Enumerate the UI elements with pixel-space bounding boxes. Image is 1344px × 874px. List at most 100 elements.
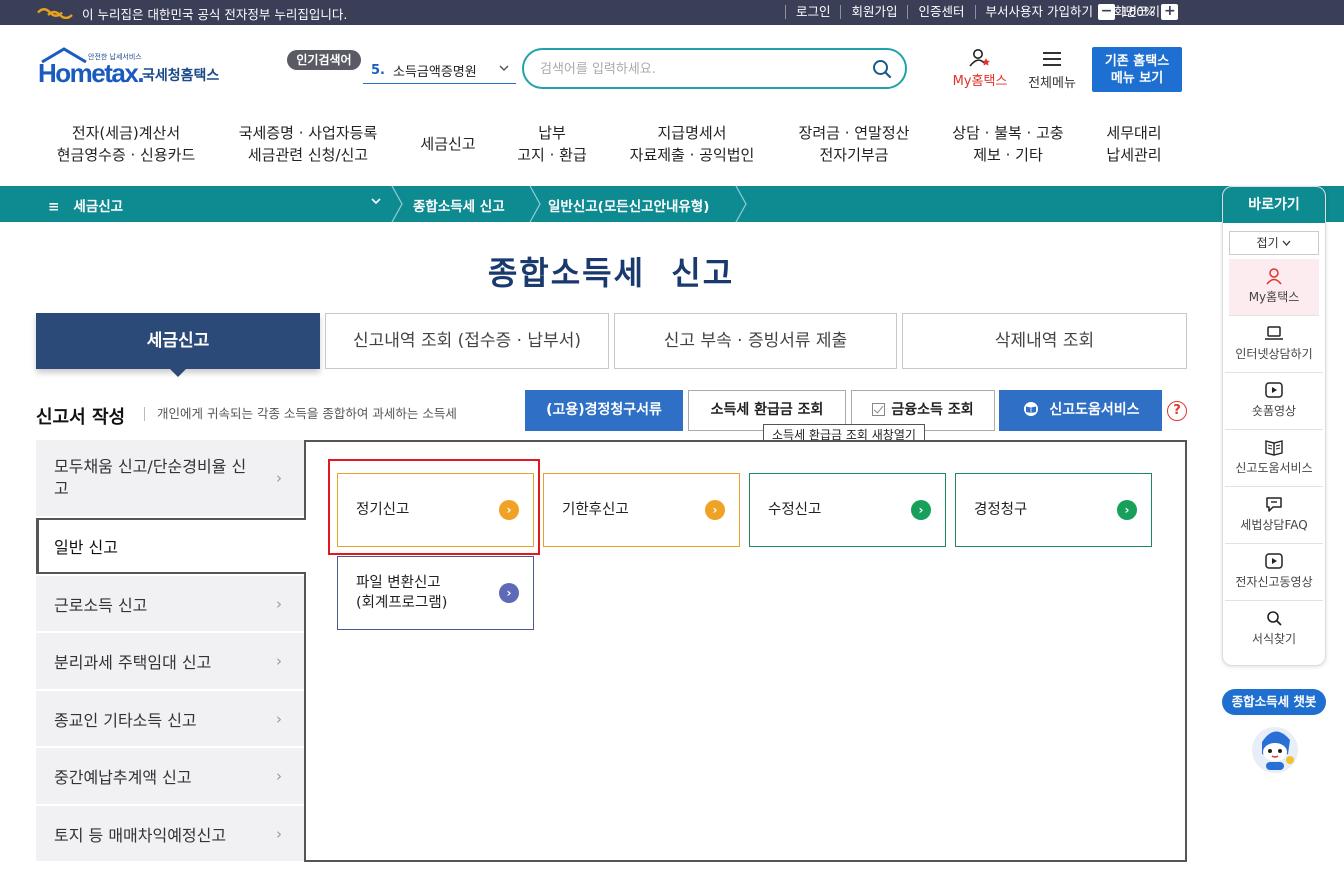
quick-my-hometax[interactable]: My홈택스: [1229, 259, 1319, 316]
side-menu-label: 분리과세 주택임대 신고: [54, 653, 212, 672]
login-link[interactable]: 로그인: [784, 5, 841, 19]
quick-item-label: My홈택스: [1248, 290, 1300, 304]
tab-deletion-history[interactable]: 삭제내역 조회: [902, 313, 1187, 369]
chatbot-label[interactable]: 종합소득세 챗봇: [1222, 689, 1326, 715]
book-icon: [1265, 440, 1283, 456]
gnb-payment[interactable]: 납부고지 · 환급: [517, 122, 587, 166]
highlight-box: [328, 459, 540, 555]
gnb-label-line2: 세금관련 신청/신고: [247, 146, 369, 164]
certificate-center-link[interactable]: 인증센터: [907, 5, 974, 19]
quick-tax-law-faq[interactable]: 세법상담FAQ: [1225, 487, 1323, 544]
card-file-conversion-filing[interactable]: 파일 변환신고 (회계프로그램) ›: [337, 556, 534, 630]
gnb-label-line1: 납부: [538, 124, 566, 142]
side-menu-label: 모두채움 신고/단순경비율 신고: [54, 457, 247, 498]
chevron-down-icon: [1282, 240, 1291, 246]
play-icon: [1265, 553, 1283, 569]
logo-korean: 국세청홈택스: [142, 68, 220, 84]
quick-filing-help[interactable]: 신고도움서비스: [1225, 430, 1323, 487]
chevron-right-icon: ›: [276, 652, 282, 670]
hometax-logo[interactable]: 안전한 납세서비스 Hometax. 국세청홈택스: [38, 47, 228, 93]
popular-search-select[interactable]: 5. 소득금액증명원: [363, 58, 516, 84]
gnb-label-line1: 세금신고: [420, 135, 476, 153]
quick-item-label: 숏폼영상: [1251, 404, 1297, 418]
side-menu-prefilled-filing[interactable]: 모두채움 신고/단순경비율 신고 ›: [36, 440, 304, 518]
quick-links-panel: 바로가기 접기 My홈택스 인터넷상담하기 숏폼영상 신고도움서비스 세법상담F…: [1222, 186, 1326, 666]
breadcrumb-level3[interactable]: 일반신고(모든신고안내유형): [548, 195, 709, 215]
quick-links-fold-button[interactable]: 접기: [1229, 231, 1319, 255]
side-menu-land-sale-gain[interactable]: 토지 등 매매차익예정신고 ›: [36, 806, 304, 863]
quick-online-consult[interactable]: 인터넷상담하기: [1225, 316, 1323, 373]
gnb-incentive[interactable]: 장려금 · 연말정산 전자기부금: [799, 122, 910, 166]
card-label: 수정신고: [768, 502, 822, 518]
gnb-tax-filing[interactable]: 세금신고: [420, 133, 475, 155]
fold-label: 접기: [1256, 236, 1279, 250]
breadcrumb: ≡ 세금신고 종합소득세 신고 일반신고(모든신고안내유형): [0, 186, 1344, 222]
gnb-label-line1: 전자(세금)계산서: [71, 124, 181, 142]
play-icon: [1265, 382, 1283, 398]
chevron-right-icon: ›: [276, 767, 282, 785]
department-user-signup-link[interactable]: 부서사용자 가입하기: [974, 5, 1103, 19]
zoom-out-button[interactable]: −: [1098, 4, 1115, 20]
popular-search-badge: 인기검색어: [287, 50, 361, 70]
quick-item-label: 서식찾기: [1251, 632, 1297, 646]
popular-rank: 5.: [371, 63, 385, 78]
arrow-right-icon: ›: [705, 500, 725, 520]
side-menu-label: 중간예납추계액 신고: [54, 768, 192, 787]
gnb-label-line1: 상담 · 불복 · 고충: [952, 124, 1064, 142]
gnb-e-invoice[interactable]: 전자(세금)계산서 현금영수증 · 신용카드: [57, 122, 196, 166]
gnb-consulting[interactable]: 상담 · 불복 · 고충 제보 · 기타: [952, 122, 1063, 166]
all-menu-button[interactable]: 전체메뉴: [1022, 48, 1082, 91]
card-correction-claim[interactable]: 경정청구 ›: [955, 473, 1152, 547]
signup-link[interactable]: 회원가입: [840, 5, 907, 19]
quick-form-search[interactable]: 서식찾기: [1225, 601, 1323, 658]
side-menu-rental-income[interactable]: 분리과세 주택임대 신고 ›: [36, 633, 304, 691]
chevron-down-icon: [498, 62, 510, 77]
gnb-label-line2: 자료제출 · 공익법인: [629, 146, 755, 164]
gnb-tax-agent[interactable]: 세무대리 납세관리: [1106, 122, 1161, 166]
logo-wordmark: Hometax.: [38, 58, 145, 88]
tab-attachment-submit[interactable]: 신고 부속 · 증빙서류 제출: [614, 313, 897, 369]
chevron-right-icon: ›: [276, 594, 282, 613]
arrow-right-icon: ›: [1117, 500, 1137, 520]
correction-claim-docs-button[interactable]: (고용)경정청구서류: [525, 390, 683, 431]
gnb-label-line2: 고지 · 환급: [517, 146, 587, 164]
gnb-certificate[interactable]: 국세증명 · 사업자등록 세금관련 신청/신고: [239, 122, 378, 166]
help-icon[interactable]: ?: [1167, 401, 1187, 421]
card-label: 기한후신고: [562, 502, 629, 518]
side-menu-earned-income[interactable]: 근로소득 신고 ›: [36, 576, 304, 633]
my-hometax-label: My홈택스: [952, 74, 1008, 89]
tab-tax-filing[interactable]: 세금신고: [36, 313, 320, 369]
search-icon[interactable]: [871, 58, 893, 80]
breadcrumb-separator-icon: [391, 186, 403, 222]
quick-item-label: 전자신고동영상: [1235, 575, 1313, 589]
card-amended-filing[interactable]: 수정신고 ›: [749, 473, 946, 547]
book-icon: [1024, 402, 1039, 416]
breadcrumb-level1[interactable]: ≡ 세금신고: [48, 195, 123, 215]
side-menu-interim-prepayment[interactable]: 중간예납추계액 신고 ›: [36, 748, 304, 806]
section-description: 개인에게 귀속되는 각종 소득을 종합하여 과세하는 소득세: [144, 407, 457, 421]
zoom-in-button[interactable]: +: [1161, 4, 1179, 20]
filing-help-service-button[interactable]: 신고도움서비스: [999, 390, 1162, 431]
side-menu-general-filing[interactable]: 일반 신고: [36, 518, 306, 574]
side-menu-religious-income[interactable]: 종교인 기타소득 신고 ›: [36, 691, 304, 748]
gnb-label-line1: 장려금 · 연말정산: [798, 124, 910, 142]
search-input[interactable]: [540, 58, 860, 80]
breadcrumb-level2[interactable]: 종합소득세 신고: [413, 195, 505, 215]
old-menu-label-2: 메뉴 보기: [1110, 71, 1164, 86]
chat-bubble-icon: [1266, 497, 1282, 512]
my-hometax-button[interactable]: My홈택스: [946, 48, 1014, 89]
laptop-icon: [1265, 326, 1283, 340]
popular-term: 소득금액증명원: [392, 65, 477, 80]
gnb-payment-statement[interactable]: 지급명세서 자료제출 · 공익법인: [630, 122, 755, 166]
tab-filing-history[interactable]: 신고내역 조회 (접수증 · 납부서): [325, 313, 609, 369]
card-late-filing[interactable]: 기한후신고 ›: [543, 473, 740, 547]
old-menu-button[interactable]: 기존 홈택스 메뉴 보기: [1092, 47, 1182, 92]
quick-short-video[interactable]: 숏폼영상: [1225, 373, 1323, 430]
quick-e-filing-video[interactable]: 전자신고동영상: [1225, 544, 1323, 601]
chevron-down-icon[interactable]: [370, 195, 382, 211]
side-menu-label: 종교인 기타소득 신고: [54, 710, 197, 730]
quick-links-title: 바로가기: [1223, 187, 1325, 223]
chatbot-mascot-icon[interactable]: [1248, 720, 1302, 776]
breadcrumb-level1-label: 세금신고: [73, 199, 124, 215]
side-menu-label: 일반 신고: [54, 538, 118, 557]
